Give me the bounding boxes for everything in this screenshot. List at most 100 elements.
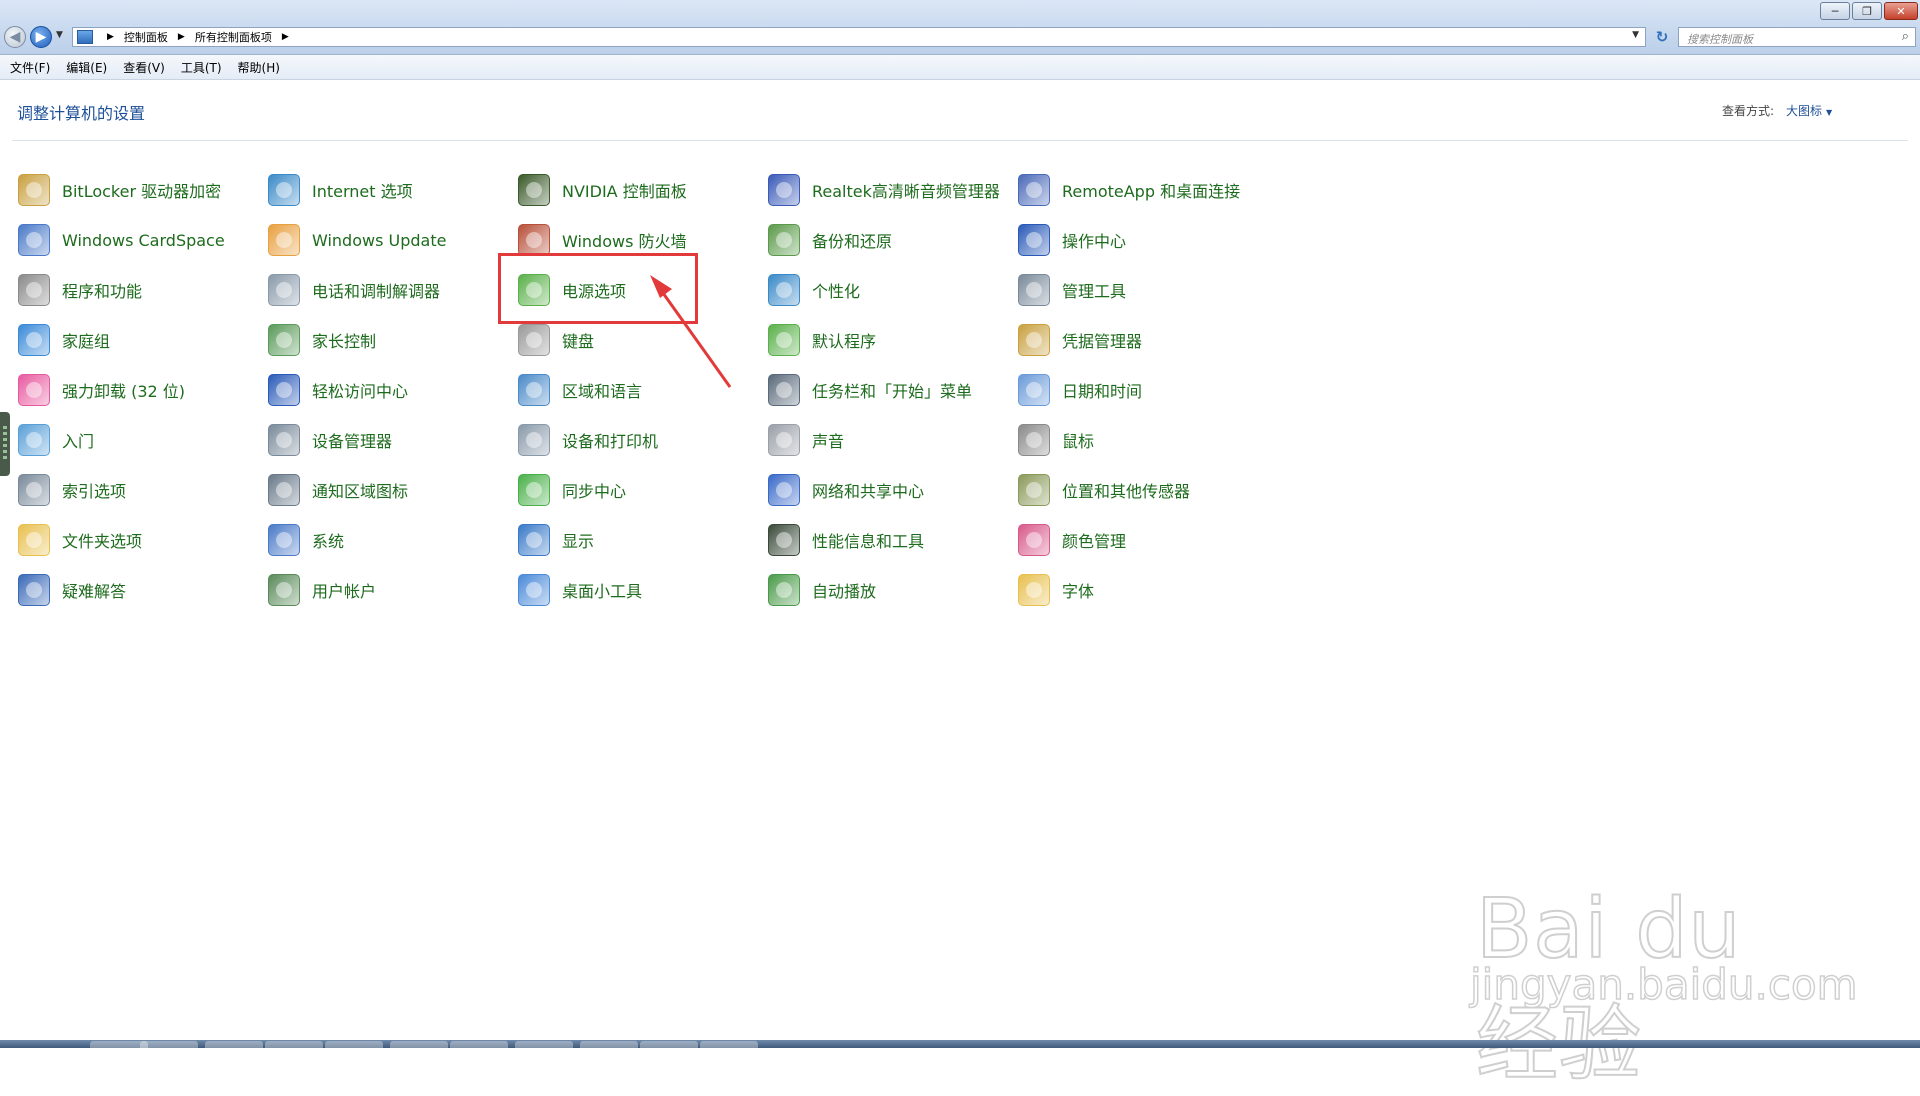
cp-item[interactable]: Windows Update bbox=[268, 218, 508, 262]
breadcrumb-separator-icon[interactable]: ▶ bbox=[178, 32, 185, 42]
cp-item[interactable]: 区域和语言 bbox=[518, 368, 758, 412]
cp-item[interactable]: 强力卸载 (32 位) bbox=[18, 368, 258, 412]
menu-view[interactable]: 查看(V) bbox=[115, 59, 173, 76]
view-by-dropdown[interactable]: 大图标 ▼ bbox=[1786, 102, 1832, 119]
indexing-icon bbox=[18, 474, 50, 506]
cp-item[interactable]: 电话和调制解调器 bbox=[268, 268, 508, 312]
cp-item-label: 任务栏和「开始」菜单 bbox=[812, 382, 973, 401]
cp-item[interactable]: Windows CardSpace bbox=[18, 218, 258, 262]
device-manager-icon bbox=[268, 424, 300, 456]
cp-item[interactable]: 鼠标 bbox=[1018, 418, 1258, 462]
backup-restore-icon bbox=[768, 224, 800, 256]
cp-item[interactable]: 轻松访问中心 bbox=[268, 368, 508, 412]
taskbar-button[interactable] bbox=[325, 1041, 383, 1048]
cp-item[interactable]: 显示 bbox=[518, 518, 758, 562]
cp-item[interactable]: 备份和还原 bbox=[768, 218, 1008, 262]
forward-button[interactable]: ▶ bbox=[30, 26, 52, 48]
taskbar-button[interactable] bbox=[390, 1041, 448, 1048]
firewall-icon bbox=[518, 224, 550, 256]
menu-help[interactable]: 帮助(H) bbox=[230, 59, 288, 76]
cp-item[interactable]: 凭据管理器 bbox=[1018, 318, 1258, 362]
search-input[interactable]: 搜索控制面板 ⌕ bbox=[1678, 27, 1916, 47]
back-button[interactable]: ◀ bbox=[4, 26, 26, 48]
cp-item[interactable]: 索引选项 bbox=[18, 468, 258, 512]
cp-item[interactable]: BitLocker 驱动器加密 bbox=[18, 168, 258, 212]
search-icon[interactable]: ⌕ bbox=[1902, 29, 1909, 44]
cp-item[interactable]: 网络和共享中心 bbox=[768, 468, 1008, 512]
side-dock-handle[interactable] bbox=[0, 412, 10, 476]
cp-item-label: 区域和语言 bbox=[562, 382, 643, 401]
cp-item[interactable]: 默认程序 bbox=[768, 318, 1008, 362]
recent-pages-dropdown-icon[interactable]: ▼ bbox=[56, 30, 63, 40]
taskbar-button[interactable] bbox=[205, 1041, 263, 1048]
cp-item[interactable]: 任务栏和「开始」菜单 bbox=[768, 368, 1008, 412]
cp-item-label: 桌面小工具 bbox=[562, 582, 643, 601]
cp-item[interactable]: 位置和其他传感器 bbox=[1018, 468, 1258, 512]
cp-item-label: NVIDIA 控制面板 bbox=[562, 182, 687, 201]
address-bar[interactable]: ▶ 控制面板 ▶ 所有控制面板项 ▶ ▼ bbox=[72, 27, 1646, 47]
taskbar-button[interactable] bbox=[450, 1041, 508, 1048]
sound-icon bbox=[768, 424, 800, 456]
cp-item[interactable]: 日期和时间 bbox=[1018, 368, 1258, 412]
desktop-gadgets-icon bbox=[518, 574, 550, 606]
cp-item-label: 声音 bbox=[812, 432, 845, 451]
cp-item[interactable]: Internet 选项 bbox=[268, 168, 508, 212]
cp-item[interactable]: 设备和打印机 bbox=[518, 418, 758, 462]
cp-item[interactable]: 管理工具 bbox=[1018, 268, 1258, 312]
cp-item[interactable]: 字体 bbox=[1018, 568, 1258, 612]
cp-item-label: 键盘 bbox=[562, 332, 595, 351]
admin-tools-icon bbox=[1018, 274, 1050, 306]
cp-item[interactable]: RemoteApp 和桌面连接 bbox=[1018, 168, 1258, 212]
cp-item[interactable]: NVIDIA 控制面板 bbox=[518, 168, 758, 212]
cp-item[interactable]: 个性化 bbox=[768, 268, 1008, 312]
windows-update-icon bbox=[268, 224, 300, 256]
breadcrumb-separator-icon[interactable]: ▶ bbox=[282, 32, 289, 42]
close-button[interactable]: ✕ bbox=[1884, 2, 1918, 20]
cp-item[interactable]: 疑难解答 bbox=[18, 568, 258, 612]
cp-item[interactable]: 操作中心 bbox=[1018, 218, 1258, 262]
cp-item[interactable]: 文件夹选项 bbox=[18, 518, 258, 562]
cp-item[interactable]: 用户帐户 bbox=[268, 568, 508, 612]
cp-item[interactable]: 入门 bbox=[18, 418, 258, 462]
menu-file[interactable]: 文件(F) bbox=[0, 59, 58, 76]
taskbar-button[interactable] bbox=[265, 1041, 323, 1048]
cp-item[interactable]: 自动播放 bbox=[768, 568, 1008, 612]
minimize-button[interactable]: ─ bbox=[1820, 2, 1850, 20]
remoteapp-icon bbox=[1018, 174, 1050, 206]
taskbar-button[interactable] bbox=[640, 1041, 698, 1048]
breadcrumb-separator-icon[interactable]: ▶ bbox=[107, 32, 114, 42]
cp-item[interactable]: 家长控制 bbox=[268, 318, 508, 362]
cp-item[interactable]: 通知区域图标 bbox=[268, 468, 508, 512]
cp-item[interactable]: 家庭组 bbox=[18, 318, 258, 362]
address-dropdown-icon[interactable]: ▼ bbox=[1632, 30, 1639, 40]
cp-item-label: BitLocker 驱动器加密 bbox=[62, 182, 222, 201]
cp-item[interactable]: 设备管理器 bbox=[268, 418, 508, 462]
cp-item-label: 疑难解答 bbox=[62, 582, 127, 601]
breadcrumb-all-items[interactable]: 所有控制面板项 bbox=[193, 29, 274, 45]
cp-item[interactable]: 颜色管理 bbox=[1018, 518, 1258, 562]
taskbar-button[interactable] bbox=[515, 1041, 573, 1048]
cp-item[interactable]: Realtek高清晰音频管理器 bbox=[768, 168, 1008, 212]
taskbar-button[interactable] bbox=[140, 1041, 198, 1048]
cp-item-label: 凭据管理器 bbox=[1062, 332, 1143, 351]
cp-item-label: Internet 选项 bbox=[312, 182, 413, 201]
taskbar-button[interactable] bbox=[700, 1041, 758, 1048]
cp-item[interactable]: 性能信息和工具 bbox=[768, 518, 1008, 562]
cp-item[interactable]: 同步中心 bbox=[518, 468, 758, 512]
maximize-button[interactable]: ❐ bbox=[1852, 2, 1882, 20]
cp-item[interactable]: 声音 bbox=[768, 418, 1008, 462]
cp-item-label: 家长控制 bbox=[312, 332, 377, 351]
cp-item[interactable]: 程序和功能 bbox=[18, 268, 258, 312]
parental-controls-icon bbox=[268, 324, 300, 356]
cp-item-label: 强力卸载 (32 位) bbox=[62, 382, 186, 401]
refresh-button[interactable]: ↻ bbox=[1650, 27, 1674, 47]
menu-edit[interactable]: 编辑(E) bbox=[58, 59, 115, 76]
cp-item-label: 备份和还原 bbox=[812, 232, 893, 251]
menu-tools[interactable]: 工具(T) bbox=[173, 59, 230, 76]
breadcrumb-control-panel[interactable]: 控制面板 bbox=[122, 29, 170, 45]
view-by-label: 查看方式: bbox=[1722, 104, 1775, 118]
cp-item[interactable]: 桌面小工具 bbox=[518, 568, 758, 612]
taskbar-button[interactable] bbox=[580, 1041, 638, 1048]
cp-item[interactable]: 键盘 bbox=[518, 318, 758, 362]
cp-item[interactable]: 系统 bbox=[268, 518, 508, 562]
